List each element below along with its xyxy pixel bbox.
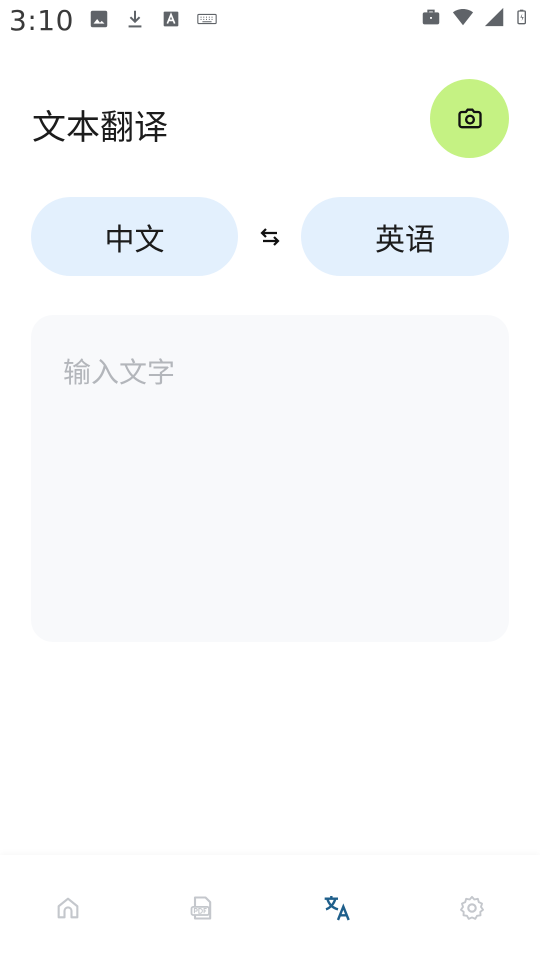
battery-icon — [517, 9, 526, 25]
nav-translate[interactable] — [321, 891, 355, 925]
source-language-label: 中文 — [104, 222, 165, 258]
translate-text-input[interactable] — [31, 315, 509, 642]
nav-home[interactable] — [51, 891, 85, 925]
translate-icon — [324, 896, 350, 921]
gear-icon — [459, 895, 485, 920]
status-time: 3:10 — [9, 4, 74, 37]
download-icon — [128, 10, 142, 28]
text-input-card — [31, 315, 509, 642]
status-bar: 3:10 — [0, 0, 540, 40]
camera-icon — [457, 108, 482, 128]
signal-icon — [484, 7, 504, 27]
nav-pdf[interactable] — [185, 891, 219, 925]
home-icon — [57, 897, 79, 919]
text-a-icon — [163, 11, 179, 27]
bottom-navigation — [0, 855, 540, 960]
briefcase-icon — [422, 9, 440, 25]
swap-arrows-icon — [260, 228, 280, 246]
target-language-button[interactable]: 英语 — [301, 197, 509, 276]
camera-button[interactable] — [430, 79, 509, 158]
nav-settings[interactable] — [455, 891, 489, 925]
status-notification-icons — [88, 8, 218, 30]
image-icon — [90, 10, 108, 28]
pdf-icon — [190, 896, 212, 920]
status-system-icons — [420, 6, 532, 28]
keyboard-icon — [197, 13, 217, 25]
swap-languages-button[interactable] — [254, 221, 286, 253]
source-language-button[interactable]: 中文 — [31, 197, 238, 276]
translate-screen: 3:10 文本翻译 中文 英语 输入文字 — [0, 0, 540, 960]
page-title: 文本翻译 — [32, 108, 168, 148]
target-language-label: 英语 — [375, 222, 435, 258]
wifi-icon — [452, 8, 474, 26]
